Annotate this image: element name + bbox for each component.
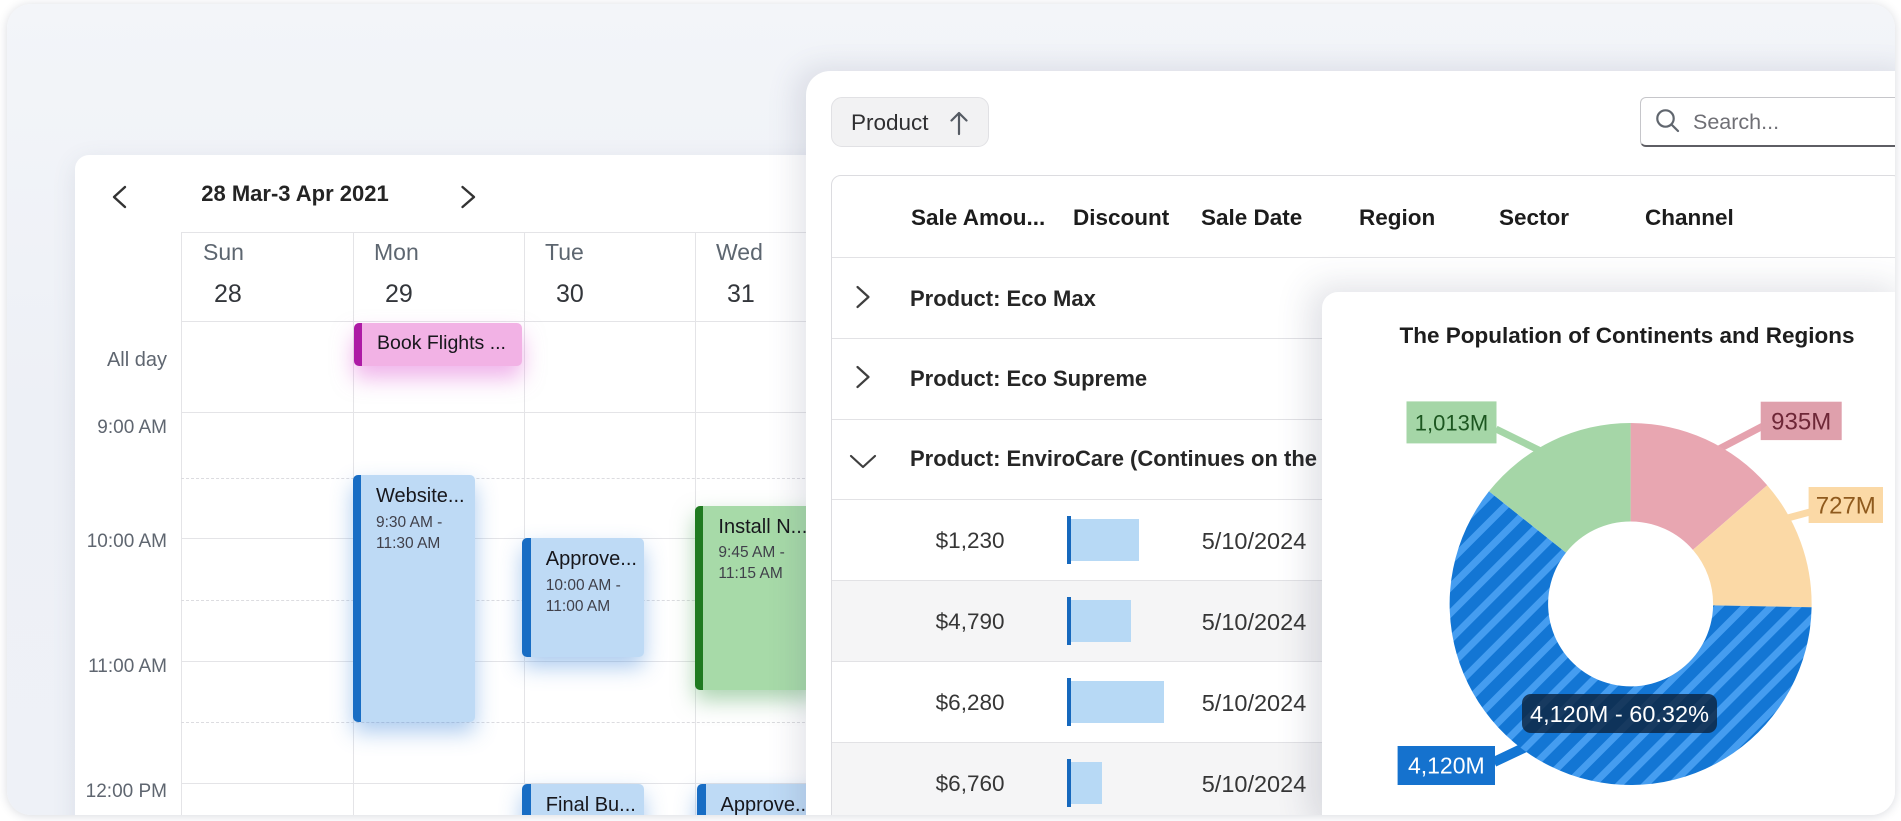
svg-text:727M: 727M: [1816, 493, 1876, 520]
svg-text:4,120M - 60.32%: 4,120M - 60.32%: [1530, 701, 1709, 727]
svg-text:1,013M: 1,013M: [1415, 411, 1488, 436]
svg-text:935M: 935M: [1771, 409, 1831, 436]
svg-text:4,120M: 4,120M: [1408, 753, 1485, 779]
